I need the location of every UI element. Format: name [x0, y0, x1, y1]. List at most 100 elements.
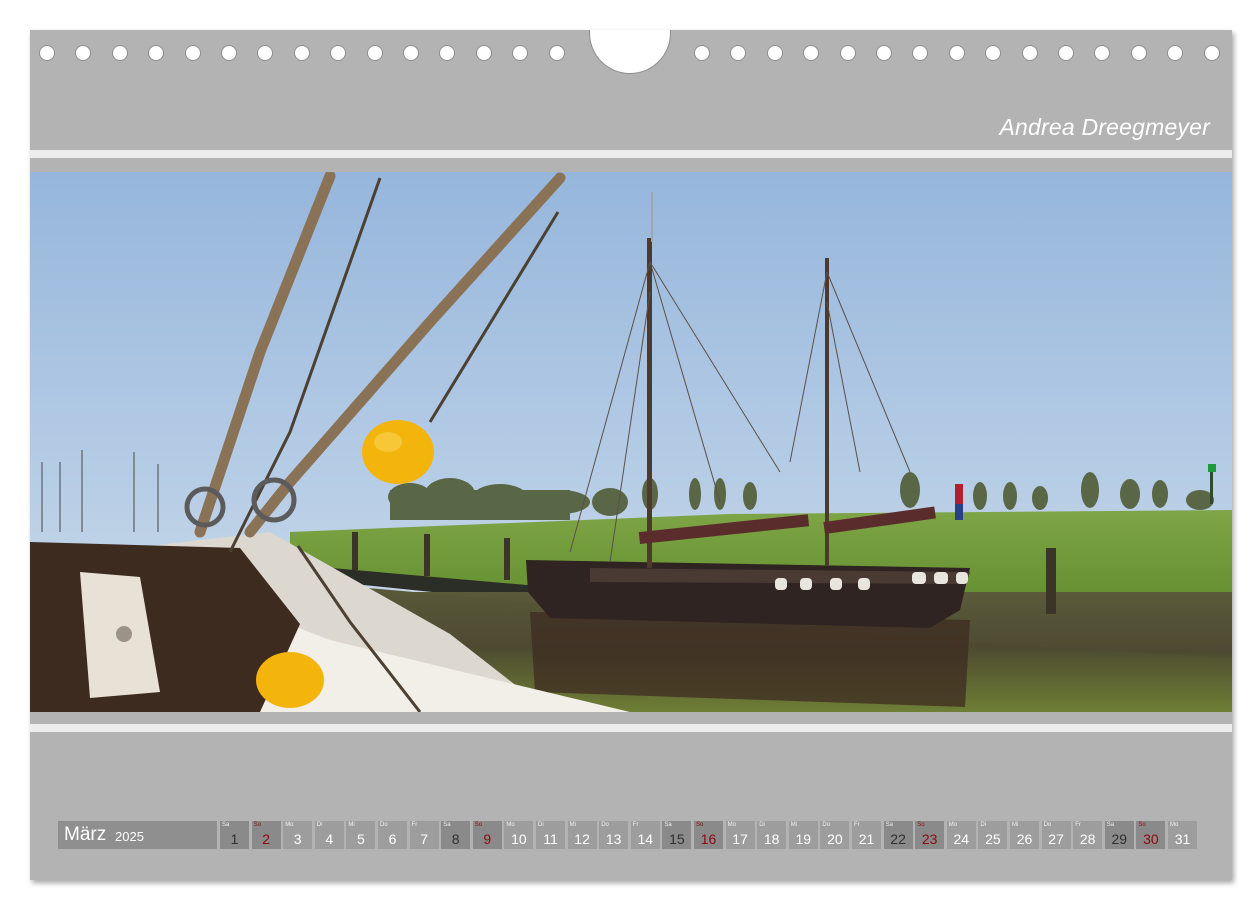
calendar-day: Sa 15	[662, 821, 692, 849]
calendar-day: Fr 28	[1073, 821, 1103, 849]
binding-hole	[1058, 45, 1074, 61]
day-number: 27	[1048, 831, 1064, 847]
binding-hole	[730, 45, 747, 61]
binding-hole	[876, 45, 892, 61]
day-of-week: Do	[380, 822, 388, 828]
day-number: 21	[858, 831, 875, 847]
day-number: 16	[700, 831, 717, 847]
day-number: 4	[325, 831, 334, 847]
calendar-day: Mo 31	[1168, 821, 1197, 849]
day-of-week: So	[917, 822, 925, 828]
calendar-day: So 9	[472, 821, 502, 849]
month-name: März	[64, 824, 107, 845]
day-of-week: Mo	[948, 822, 958, 828]
day-number: 14	[637, 831, 654, 847]
day-number: 13	[605, 831, 622, 847]
day-of-week: Fr	[1075, 822, 1081, 828]
calendar-day: Fr 21	[852, 821, 881, 849]
binding-hole	[985, 45, 1002, 61]
day-number: 17	[732, 831, 748, 847]
calendar-day: Mi 19	[788, 821, 818, 849]
day-number: 15	[669, 831, 685, 847]
calendar-day: Sa 22	[883, 821, 913, 849]
binding-hole	[694, 45, 710, 61]
calendar-day: So 30	[1136, 821, 1166, 849]
binding-hole	[148, 45, 165, 61]
harbor-photo	[30, 172, 1232, 712]
day-number: 6	[388, 831, 397, 847]
calendar-day: Mo 3	[283, 821, 313, 849]
calendar-day: So 23	[915, 821, 945, 849]
calendar-day: Fr 14	[630, 821, 660, 849]
day-of-week: Mo	[727, 822, 736, 828]
day-of-week: Fr	[854, 822, 860, 828]
day-number: 8	[451, 831, 460, 847]
day-number: 1	[230, 831, 239, 847]
day-of-week: Di	[759, 822, 765, 828]
day-number: 26	[1016, 831, 1033, 847]
binding-hole	[803, 45, 820, 61]
day-number: 3	[293, 831, 302, 847]
day-number: 2	[262, 831, 270, 847]
day-number: 11	[543, 831, 558, 847]
day-number: 30	[1143, 831, 1159, 847]
day-of-week: Sa	[1106, 822, 1115, 828]
binding-hole	[512, 45, 529, 61]
binding-hole	[839, 45, 856, 61]
day-number: 29	[1111, 831, 1128, 847]
binding-hole	[366, 45, 383, 61]
day-number: 20	[827, 831, 843, 847]
day-of-week: Sa	[885, 822, 893, 828]
day-of-week: Do	[822, 822, 831, 828]
day-of-week: Sa	[664, 822, 672, 828]
day-number: 25	[985, 831, 1001, 847]
binding-hole	[330, 45, 347, 61]
calendar-day: Di 4	[314, 821, 344, 849]
calendar-day: Mi 12	[567, 821, 597, 849]
binding-hole	[111, 45, 128, 61]
calendar-strip: März 2025 Sa 1 So 2 Mo 3 Di 4 Mi 5 Do 6 Fr 7 Sa 8 So 9 Mo 1…	[58, 821, 1208, 849]
calendar-day: Di 11	[536, 821, 565, 849]
calendar-day: Fr 7	[409, 821, 439, 849]
day-of-week: So	[253, 822, 261, 828]
binding-hole	[293, 45, 310, 61]
calendar-day: Sa 1	[220, 821, 249, 849]
binding-hole	[475, 45, 492, 61]
binding-hole	[1094, 45, 1111, 61]
calendar-day: Mi 5	[346, 821, 376, 849]
day-number: 24	[953, 831, 970, 847]
calendar-day: Mo 24	[946, 821, 976, 849]
day-of-week: Do	[1043, 822, 1052, 828]
binding-hole	[948, 45, 965, 61]
binding-hole	[1203, 45, 1220, 61]
day-of-week: So	[1138, 822, 1146, 828]
day-of-week: Fr	[411, 822, 418, 828]
day-number: 7	[420, 831, 428, 847]
day-of-week: Mi	[790, 822, 798, 828]
day-of-week: Di	[316, 822, 323, 828]
day-of-week: Mi	[569, 822, 576, 828]
calendar-day: Sa 8	[441, 821, 471, 849]
day-of-week: Di	[980, 822, 987, 828]
divider-top	[30, 150, 1232, 158]
day-of-week: Mi	[348, 822, 355, 828]
month-year: 2025	[115, 829, 144, 844]
day-number: 19	[795, 831, 812, 847]
calendar-day: Di 18	[757, 821, 787, 849]
binding-hole	[439, 45, 456, 61]
day-number: 22	[890, 831, 906, 847]
day-number: 12	[574, 831, 590, 847]
binding-holes	[30, 30, 1232, 76]
day-of-week: So	[474, 822, 483, 828]
binding-hole	[221, 45, 237, 61]
day-number: 23	[921, 831, 938, 847]
calendar-day: Mo 17	[725, 821, 755, 849]
binding-hole	[912, 45, 929, 61]
month-label: März 2025	[58, 821, 217, 849]
calendar-day: So 2	[251, 821, 281, 849]
hanger-notch	[589, 30, 671, 74]
binding-hole	[766, 45, 783, 61]
binding-hole	[75, 45, 92, 61]
day-number: 18	[763, 831, 780, 847]
day-of-week: Mi	[1012, 822, 1019, 828]
